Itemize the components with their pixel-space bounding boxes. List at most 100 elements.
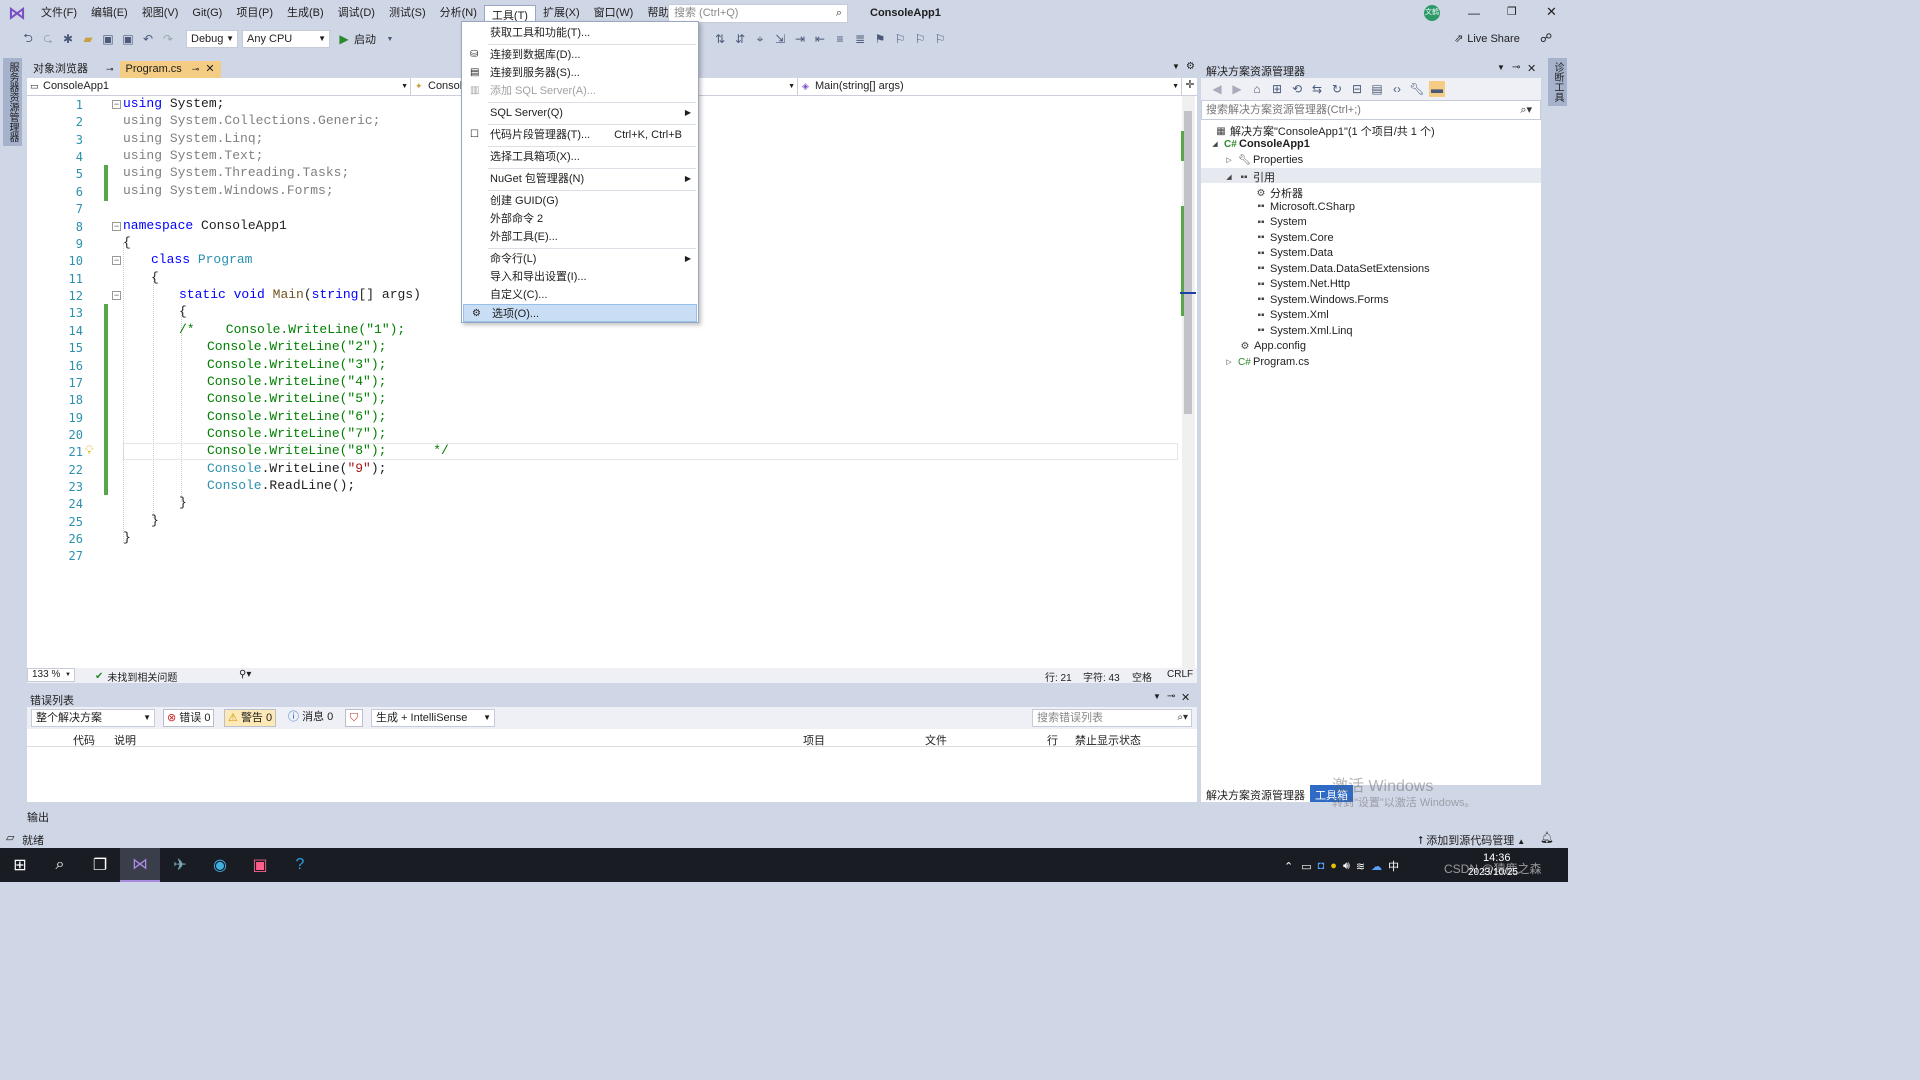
menu-view[interactable]: 视图(V) (135, 0, 186, 27)
menu-item-connect-database[interactable]: ⛁ 连接到数据库(D)... (462, 46, 698, 64)
source-control-button[interactable]: ⭡ 添加到源代码管理 ▲ (1418, 832, 1525, 848)
column-header-suppression[interactable]: 禁止显示状态 (1075, 732, 1141, 748)
comment-icon[interactable]: ≡ (832, 31, 848, 47)
switch-views-icon[interactable]: ⊞ (1269, 81, 1285, 97)
scrollbar-thumb[interactable] (1184, 111, 1192, 414)
fold-toggle-icon[interactable]: − (112, 100, 121, 109)
close-icon[interactable]: ✕ (1181, 691, 1190, 704)
start-icon[interactable]: ▶ (336, 31, 352, 47)
tree-item-references[interactable]: ◢ ▪▪ 引用 (1223, 169, 1275, 185)
issues-indicator[interactable]: ✔ 未找到相关问题 (95, 669, 177, 684)
sync-icon[interactable]: ⇆ (1309, 81, 1325, 97)
pin-icon[interactable]: ⊸ (192, 64, 200, 74)
menu-edit[interactable]: 编辑(E) (84, 0, 135, 27)
tree-item-project[interactable]: ◢ C# ConsoleApp1 (1209, 138, 1310, 150)
menu-file[interactable]: 文件(F) (34, 0, 84, 27)
close-icon[interactable]: ✕ (1527, 62, 1536, 75)
platform-select[interactable]: Any CPU ▼ (242, 30, 330, 48)
tray-icon[interactable]: ◘ (1318, 860, 1325, 872)
column-header-description[interactable]: 说明 (114, 732, 136, 748)
menu-item-add-sql-server[interactable]: ▥ 添加 SQL Server(A)... (462, 82, 698, 100)
windows-start-icon[interactable]: ⊞ (0, 848, 40, 882)
save-all-icon[interactable]: ▣ (120, 31, 136, 47)
error-search-input[interactable]: 搜索错误列表 ⌕▾ (1032, 709, 1192, 727)
feedback-icon[interactable]: ☍ (1540, 31, 1552, 45)
menu-item-snippets-manager[interactable]: ☐ 代码片段管理器(T)... Ctrl+K, Ctrl+B (462, 126, 698, 144)
undo-icon[interactable]: ↶ (140, 31, 156, 47)
messages-filter-button[interactable]: ⓘ 消息 0 (285, 709, 336, 727)
column-header-code[interactable]: 代码 (73, 732, 95, 748)
network-icon[interactable]: ≋ (1356, 860, 1365, 873)
menu-item-options[interactable]: ⚙ 选项(O)... (463, 304, 697, 322)
solution-search-input[interactable]: 搜索解决方案资源管理器(Ctrl+;) ⌕▾ (1201, 100, 1541, 120)
tree-item-reference[interactable]: ▪▪ System.Xml (1255, 309, 1328, 321)
home-icon[interactable]: ⌂ (1249, 81, 1265, 97)
menu-item-connect-server[interactable]: ▤ 连接到服务器(S)... (462, 64, 698, 82)
split-icon[interactable]: ✛ (1183, 78, 1197, 91)
tray-icon[interactable]: ● (1330, 860, 1337, 872)
open-file-icon[interactable]: ▰ (80, 31, 96, 47)
tree-item-solution[interactable]: ▦ 解决方案"ConsoleApp1"(1 个项目/共 1 个) (1215, 123, 1434, 139)
pending-changes-icon[interactable]: ⟲ (1289, 81, 1305, 97)
preview-icon[interactable]: ▬ (1429, 81, 1445, 97)
tree-item-reference[interactable]: ▪▪ System.Xml.Linq (1255, 325, 1352, 337)
tree-item-reference[interactable]: ▪▪ Microsoft.CSharp (1255, 201, 1355, 213)
prev-bookmark-icon[interactable]: ⚐ (892, 31, 908, 47)
view-code-icon[interactable]: ‹› (1389, 81, 1405, 97)
eol-indicator[interactable]: CRLF (1167, 669, 1193, 680)
properties-icon[interactable]: 🔧︎ (1409, 81, 1425, 97)
restore-button[interactable]: ❐ (1507, 5, 1517, 18)
chevron-up-icon[interactable]: ⌃ (1284, 860, 1293, 873)
menu-item-choose-toolbox[interactable]: 选择工具箱项(X)... (462, 148, 698, 166)
refresh-icon[interactable]: ↻ (1329, 81, 1345, 97)
window-options-icon[interactable]: ▼ (1153, 692, 1161, 701)
tree-item-reference[interactable]: ▪▪ System.Net.Http (1255, 278, 1350, 290)
menu-item-external-command[interactable]: 外部命令 2 (462, 210, 698, 228)
close-window-button[interactable]: ✕ (1546, 4, 1557, 20)
build-filter-select[interactable]: 生成 + IntelliSense ▼ (371, 709, 495, 727)
task-view-icon[interactable]: ❐ (80, 848, 120, 882)
tree-item-reference[interactable]: ⚙ 分析器 (1255, 185, 1303, 201)
format-icon[interactable]: ⇲ (772, 31, 788, 47)
tab-solution-explorer[interactable]: 解决方案资源管理器 (1201, 785, 1310, 802)
dropdown-arrow-icon[interactable]: ▼ (382, 31, 398, 47)
tree-item-reference[interactable]: ▪▪ System.Core (1255, 232, 1333, 244)
close-tab-icon[interactable]: ✕ (205, 63, 214, 75)
tree-item-reference[interactable]: ▪▪ System.Data.DataSetExtensions (1255, 263, 1429, 275)
bookmark-icon[interactable]: ⚑ (872, 31, 888, 47)
settings-gear-icon[interactable]: ⚙ (1186, 61, 1195, 72)
fold-toggle-icon[interactable]: − (112, 291, 121, 300)
errors-filter-button[interactable]: ⊗ 错误 0 (163, 709, 215, 727)
menu-project[interactable]: 项目(P) (229, 0, 280, 27)
tree-item-reference[interactable]: ▪▪ System (1255, 216, 1306, 228)
tree-item-reference[interactable]: ▪▪ System.Windows.Forms (1255, 294, 1388, 306)
menu-item-import-export[interactable]: 导入和导出设置(I)... (462, 268, 698, 286)
menu-debug[interactable]: 调试(D) (331, 0, 382, 27)
cleanup-icon[interactable]: ⚲▾ (239, 669, 251, 680)
column-header-project[interactable]: 项目 (803, 732, 825, 748)
start-button[interactable]: 启动 (354, 31, 376, 47)
vs-logo-icon[interactable]: ⋈ (0, 0, 34, 27)
tree-item-properties[interactable]: ▷ 🔧︎ Properties (1223, 154, 1303, 166)
menu-git[interactable]: Git(G) (185, 0, 229, 27)
breakpoint-icon[interactable]: ⌖ (752, 31, 768, 47)
media-app-icon[interactable]: ▣ (240, 848, 280, 882)
menu-item-create-guid[interactable]: 创建 GUID(G) (462, 192, 698, 210)
whitespace-indicator[interactable]: 空格 (1132, 669, 1152, 684)
pin-icon[interactable]: ⊸ (1512, 62, 1520, 73)
tray-icon[interactable]: ☁ (1371, 860, 1382, 873)
fold-toggle-icon[interactable]: − (112, 256, 121, 265)
scope-select[interactable]: 整个解决方案 ▼ (31, 709, 155, 727)
pin-icon[interactable]: ⊸ (1167, 691, 1175, 702)
line-indicator[interactable]: 行: 21 (1045, 669, 1072, 684)
menu-build[interactable]: 生成(B) (280, 0, 331, 27)
member-nav-select[interactable]: ◈ Main(string[] args) ▼ (799, 78, 1182, 95)
lightbulb-icon[interactable]: 💡︎ (85, 443, 93, 458)
server-explorer-tab[interactable]: 服务器资源管理器 (3, 58, 22, 146)
forward-icon[interactable]: ▶ (1229, 81, 1245, 97)
pin-icon[interactable]: ⊸ (106, 64, 114, 74)
tree-item-program-cs[interactable]: ▷ C# Program.cs (1223, 356, 1309, 368)
outdent-icon[interactable]: ⇤ (812, 31, 828, 47)
forward-icon[interactable]: ⮎ (40, 31, 56, 47)
visual-studio-app-icon[interactable]: ⋈ (120, 848, 160, 882)
